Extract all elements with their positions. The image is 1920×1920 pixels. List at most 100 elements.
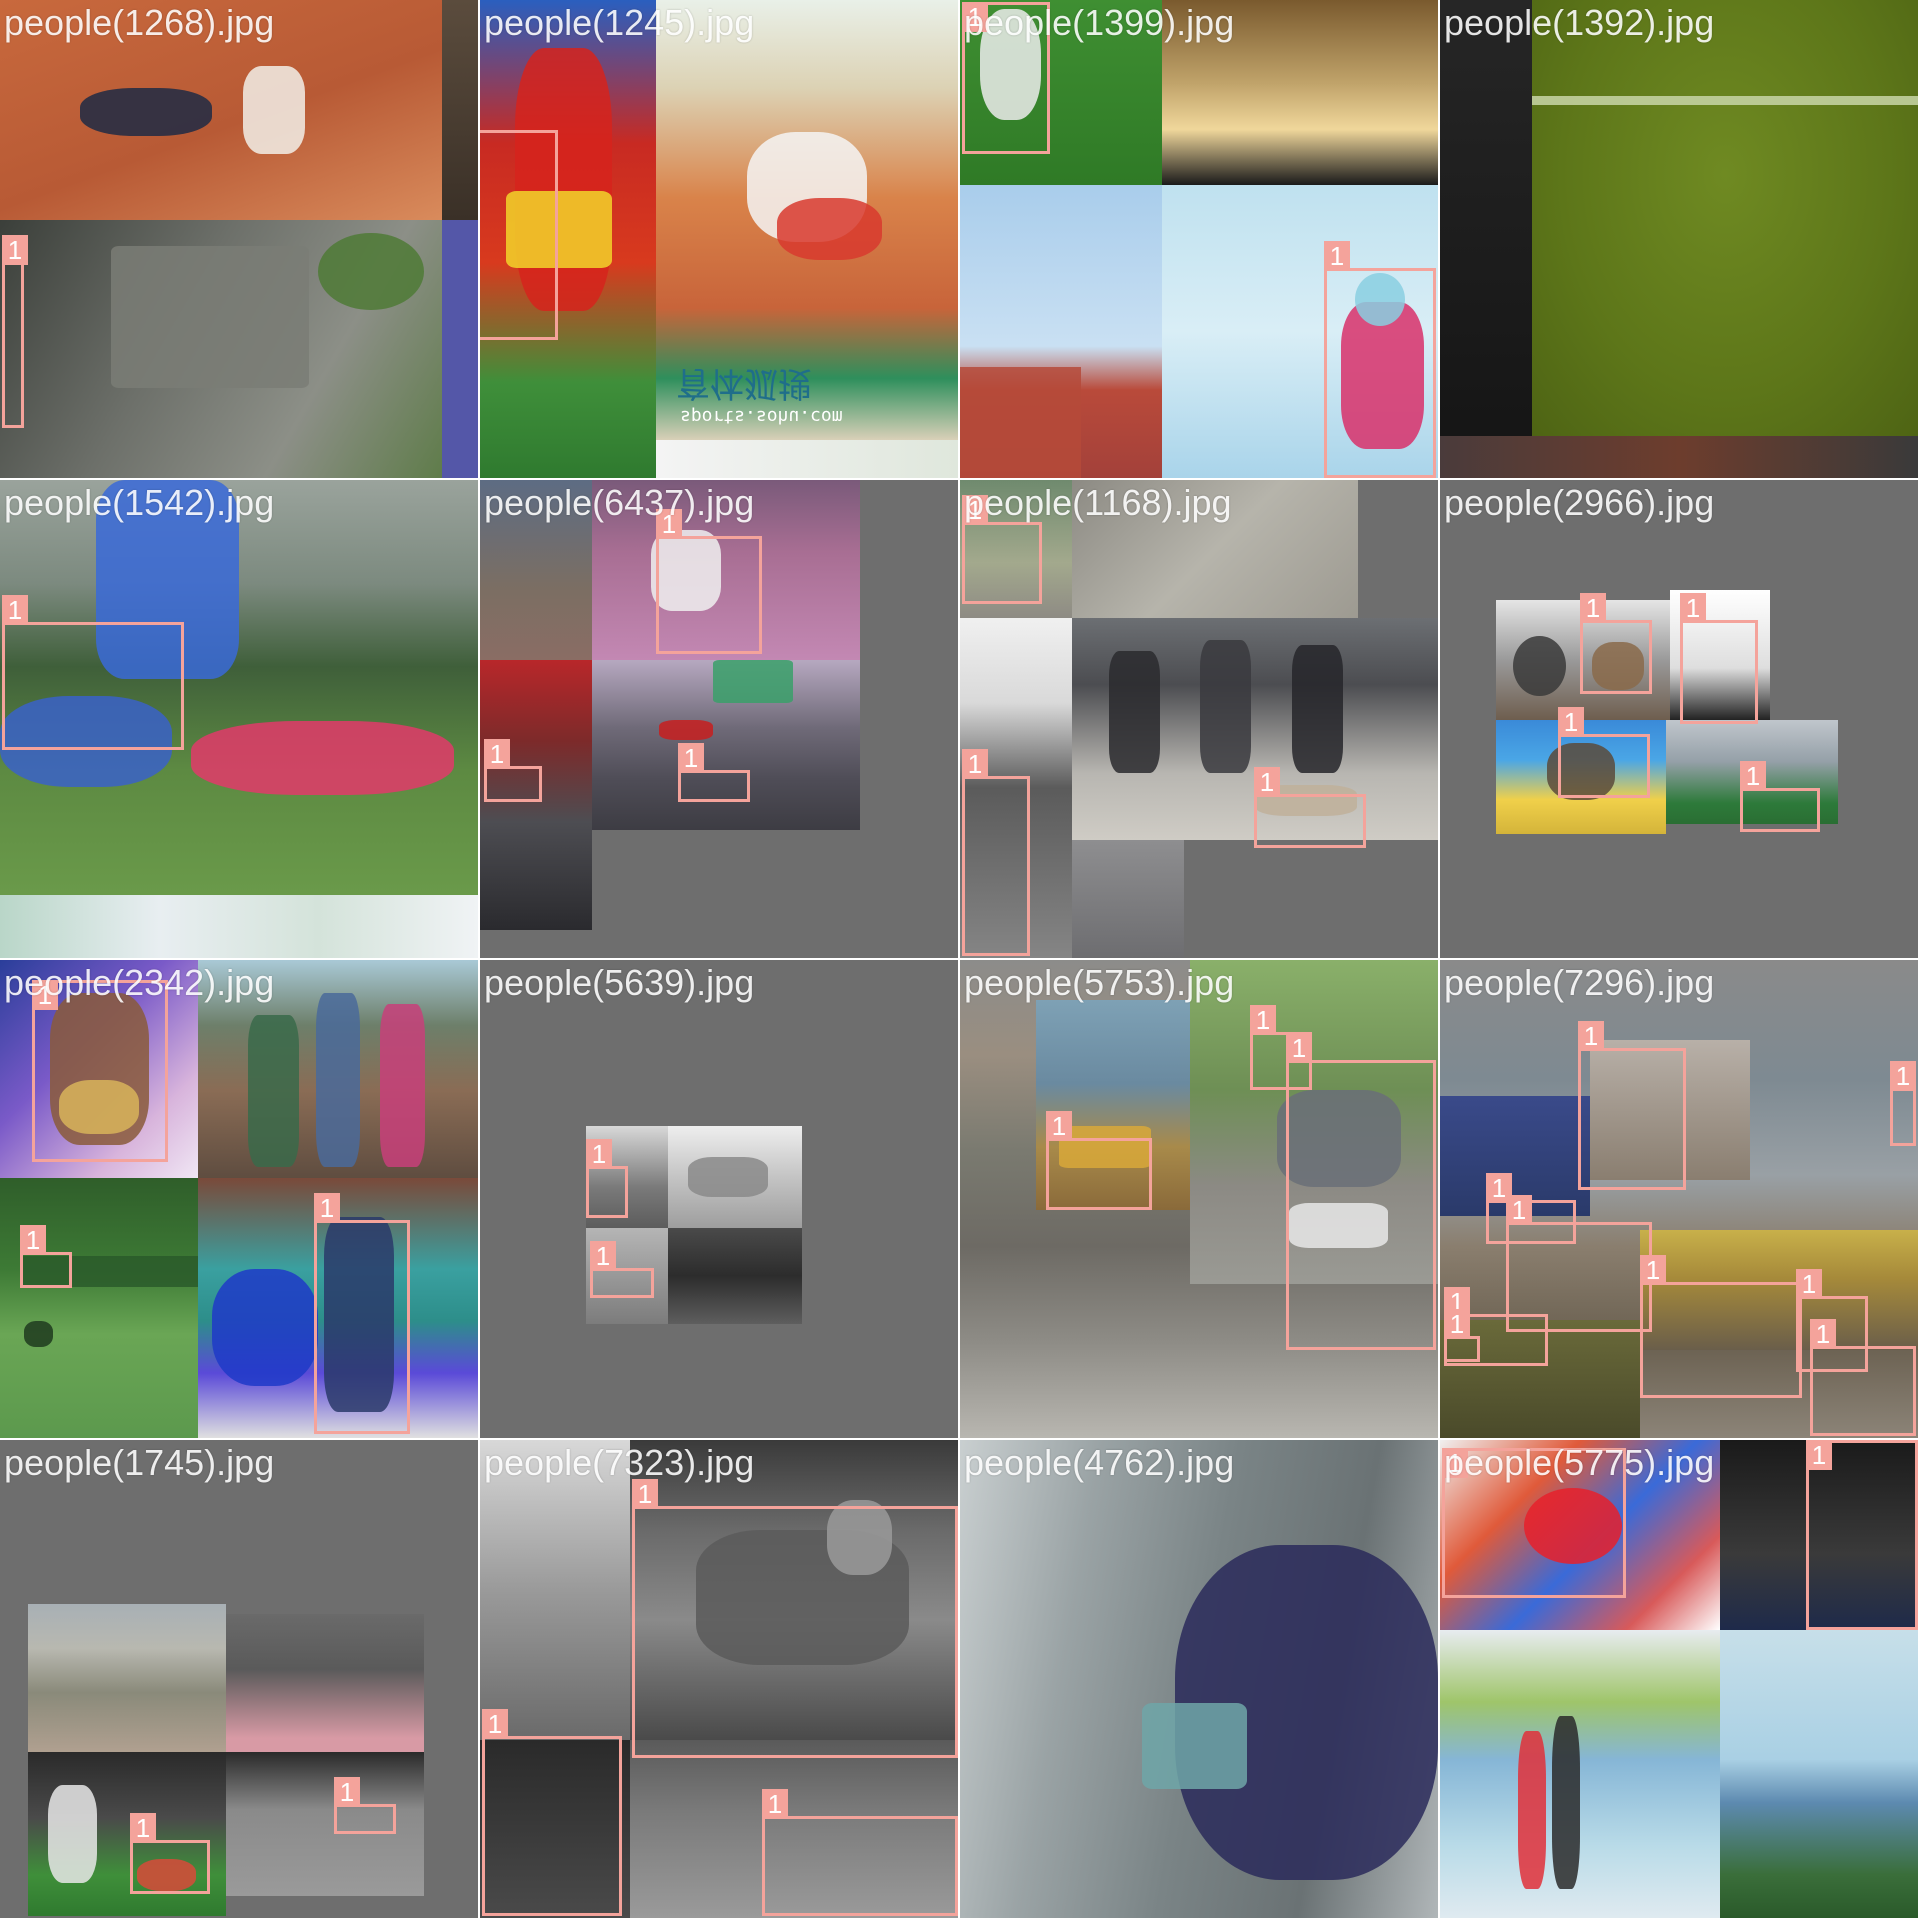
tile-filename: people(5639).jpg — [484, 962, 755, 1003]
image-tile[interactable]: 1 1 1 1 1 1 1 1 1 people(7296).jpg — [1440, 960, 1918, 1438]
detection-box[interactable]: 1 — [962, 495, 1042, 604]
class-tag: 1 — [1578, 1021, 1604, 1051]
photo-region — [1072, 840, 1184, 958]
image-tile[interactable]: 1 1 1 people(7323).jpg — [480, 1440, 958, 1918]
detection-box[interactable]: 1 — [762, 1789, 958, 1916]
image-tile[interactable]: 1 1 people(1399).jpg — [960, 0, 1438, 478]
image-tile[interactable]: 1 people(1542).jpg — [0, 480, 478, 958]
image-tile[interactable]: 1 1 people(1745).jpg — [0, 1440, 478, 1918]
image-tile[interactable]: 1 1 people(5639).jpg — [480, 960, 958, 1438]
class-tag: 1 — [484, 739, 510, 769]
detection-box[interactable]: 1 — [962, 2, 1050, 154]
image-tile[interactable]: 1 1 1 people(5753).jpg — [960, 960, 1438, 1438]
detection-box[interactable]: 1 — [1254, 767, 1366, 848]
class-tag: 1 — [1796, 1269, 1822, 1299]
class-tag: 1 — [2, 235, 28, 265]
photo-region — [28, 1604, 226, 1752]
photo-region — [960, 185, 1162, 478]
detection-box[interactable]: 1 — [590, 1241, 654, 1298]
image-tile[interactable]: people(4762).jpg — [960, 1440, 1438, 1918]
class-tag: 1 — [2, 595, 28, 625]
class-tag: 1 — [962, 495, 988, 525]
class-tag: 1 — [1806, 1440, 1832, 1470]
detection-box[interactable]: 1 — [1558, 707, 1650, 798]
image-tile[interactable]: people(1392).jpg — [1440, 0, 1918, 478]
class-tag: 1 — [1444, 1309, 1470, 1339]
detection-box[interactable]: 1 — [962, 749, 1030, 956]
photo-region — [1072, 480, 1358, 618]
class-tag: 1 — [20, 1225, 46, 1255]
detection-box[interactable]: 1 — [1680, 593, 1758, 724]
class-tag: 1 — [1810, 1319, 1836, 1349]
detection-box[interactable]: 1 — [678, 743, 750, 802]
detection-box[interactable]: 1 — [586, 1139, 628, 1218]
sohu-url: sports.sohu.com — [680, 406, 843, 427]
detection-box[interactable]: 1 — [1324, 241, 1436, 478]
detection-box[interactable]: 1 — [1810, 1319, 1916, 1436]
photo-region — [198, 960, 478, 1178]
class-tag: 1 — [632, 1479, 658, 1509]
class-tag: 1 — [1890, 1061, 1916, 1091]
class-tag: 1 — [586, 1139, 612, 1169]
photo-region — [1532, 0, 1918, 436]
photo-region — [668, 1126, 802, 1228]
class-tag: 1 — [1254, 767, 1280, 797]
detection-box[interactable]: 1 — [2, 235, 28, 428]
photo-region — [480, 1440, 630, 1740]
photo-region — [0, 220, 442, 478]
detection-box[interactable]: 1 — [32, 980, 168, 1162]
class-tag: 1 — [1250, 1005, 1276, 1035]
detection-box[interactable]: 1 — [1890, 1061, 1916, 1146]
detection-box[interactable]: 1 — [1806, 1440, 1918, 1630]
detection-box[interactable]: 1 — [1286, 1033, 1436, 1350]
detection-box[interactable]: 1 — [480, 130, 558, 340]
detection-box[interactable]: 1 — [632, 1479, 958, 1758]
photo-region — [1440, 1630, 1720, 1918]
photo-region — [0, 0, 442, 220]
detection-box[interactable]: 1 — [656, 509, 762, 654]
detection-box[interactable]: 1 — [2, 595, 184, 750]
image-tile[interactable]: 1 people(1268).jpg — [0, 0, 478, 478]
detection-box[interactable]: 1 — [314, 1193, 410, 1434]
detection-box[interactable]: 1 — [1740, 761, 1820, 832]
class-tag: 1 — [678, 743, 704, 773]
detection-box[interactable]: 1 — [1046, 1111, 1152, 1210]
detection-box[interactable]: 1 — [1640, 1255, 1802, 1398]
detection-box[interactable]: 1 — [484, 739, 542, 802]
image-tile[interactable]: 1 1 people(5775).jpg — [1440, 1440, 1918, 1918]
photo-region — [0, 895, 478, 958]
class-tag: 1 — [1286, 1033, 1312, 1063]
detection-box[interactable]: 1 — [334, 1777, 396, 1834]
image-tile[interactable]: 育体狐搜sports.sohu.com1people(1245).jpg — [480, 0, 958, 478]
tile-filename: people(1745).jpg — [4, 1442, 275, 1483]
class-tag: 1 — [32, 980, 58, 1010]
image-tile[interactable]: 1 1 1 people(2342).jpg — [0, 960, 478, 1438]
detection-box[interactable]: 1 — [130, 1813, 210, 1894]
detection-box[interactable]: 1 — [1580, 593, 1652, 694]
sohu-watermark: 育体狐搜 — [676, 363, 812, 403]
image-tile[interactable]: 1 1 1 1 people(2966).jpg — [1440, 480, 1918, 958]
photo-region — [0, 1178, 198, 1438]
photo-region — [656, 440, 958, 478]
class-tag: 1 — [1680, 593, 1706, 623]
class-tag: 1 — [1558, 707, 1584, 737]
detection-box[interactable]: 1 — [1444, 1309, 1480, 1362]
class-tag: 1 — [482, 1709, 508, 1739]
class-tag: 1 — [1506, 1195, 1532, 1225]
class-tag: 1 — [1442, 1448, 1468, 1478]
detection-box[interactable]: 1 — [482, 1709, 622, 1916]
mosaic-grid: 1people(1268).jpg育体狐搜sports.sohu.com1peo… — [0, 0, 1920, 1920]
detection-box[interactable]: 1 — [1442, 1448, 1626, 1598]
class-tag: 1 — [1046, 1111, 1072, 1141]
detection-box[interactable]: 1 — [20, 1225, 72, 1288]
photo-region — [960, 1440, 1438, 1918]
class-tag: 1 — [656, 509, 682, 539]
photo-region — [668, 1228, 802, 1324]
detection-box[interactable]: 1 — [1578, 1021, 1686, 1190]
photo-region — [592, 660, 860, 830]
image-tile[interactable]: 1 1 1 people(1168).jpg — [960, 480, 1438, 958]
photo-region — [442, 220, 478, 478]
photo-region — [442, 0, 478, 220]
class-tag: 1 — [962, 2, 988, 32]
image-tile[interactable]: 1 1 1 people(6437).jpg — [480, 480, 958, 958]
